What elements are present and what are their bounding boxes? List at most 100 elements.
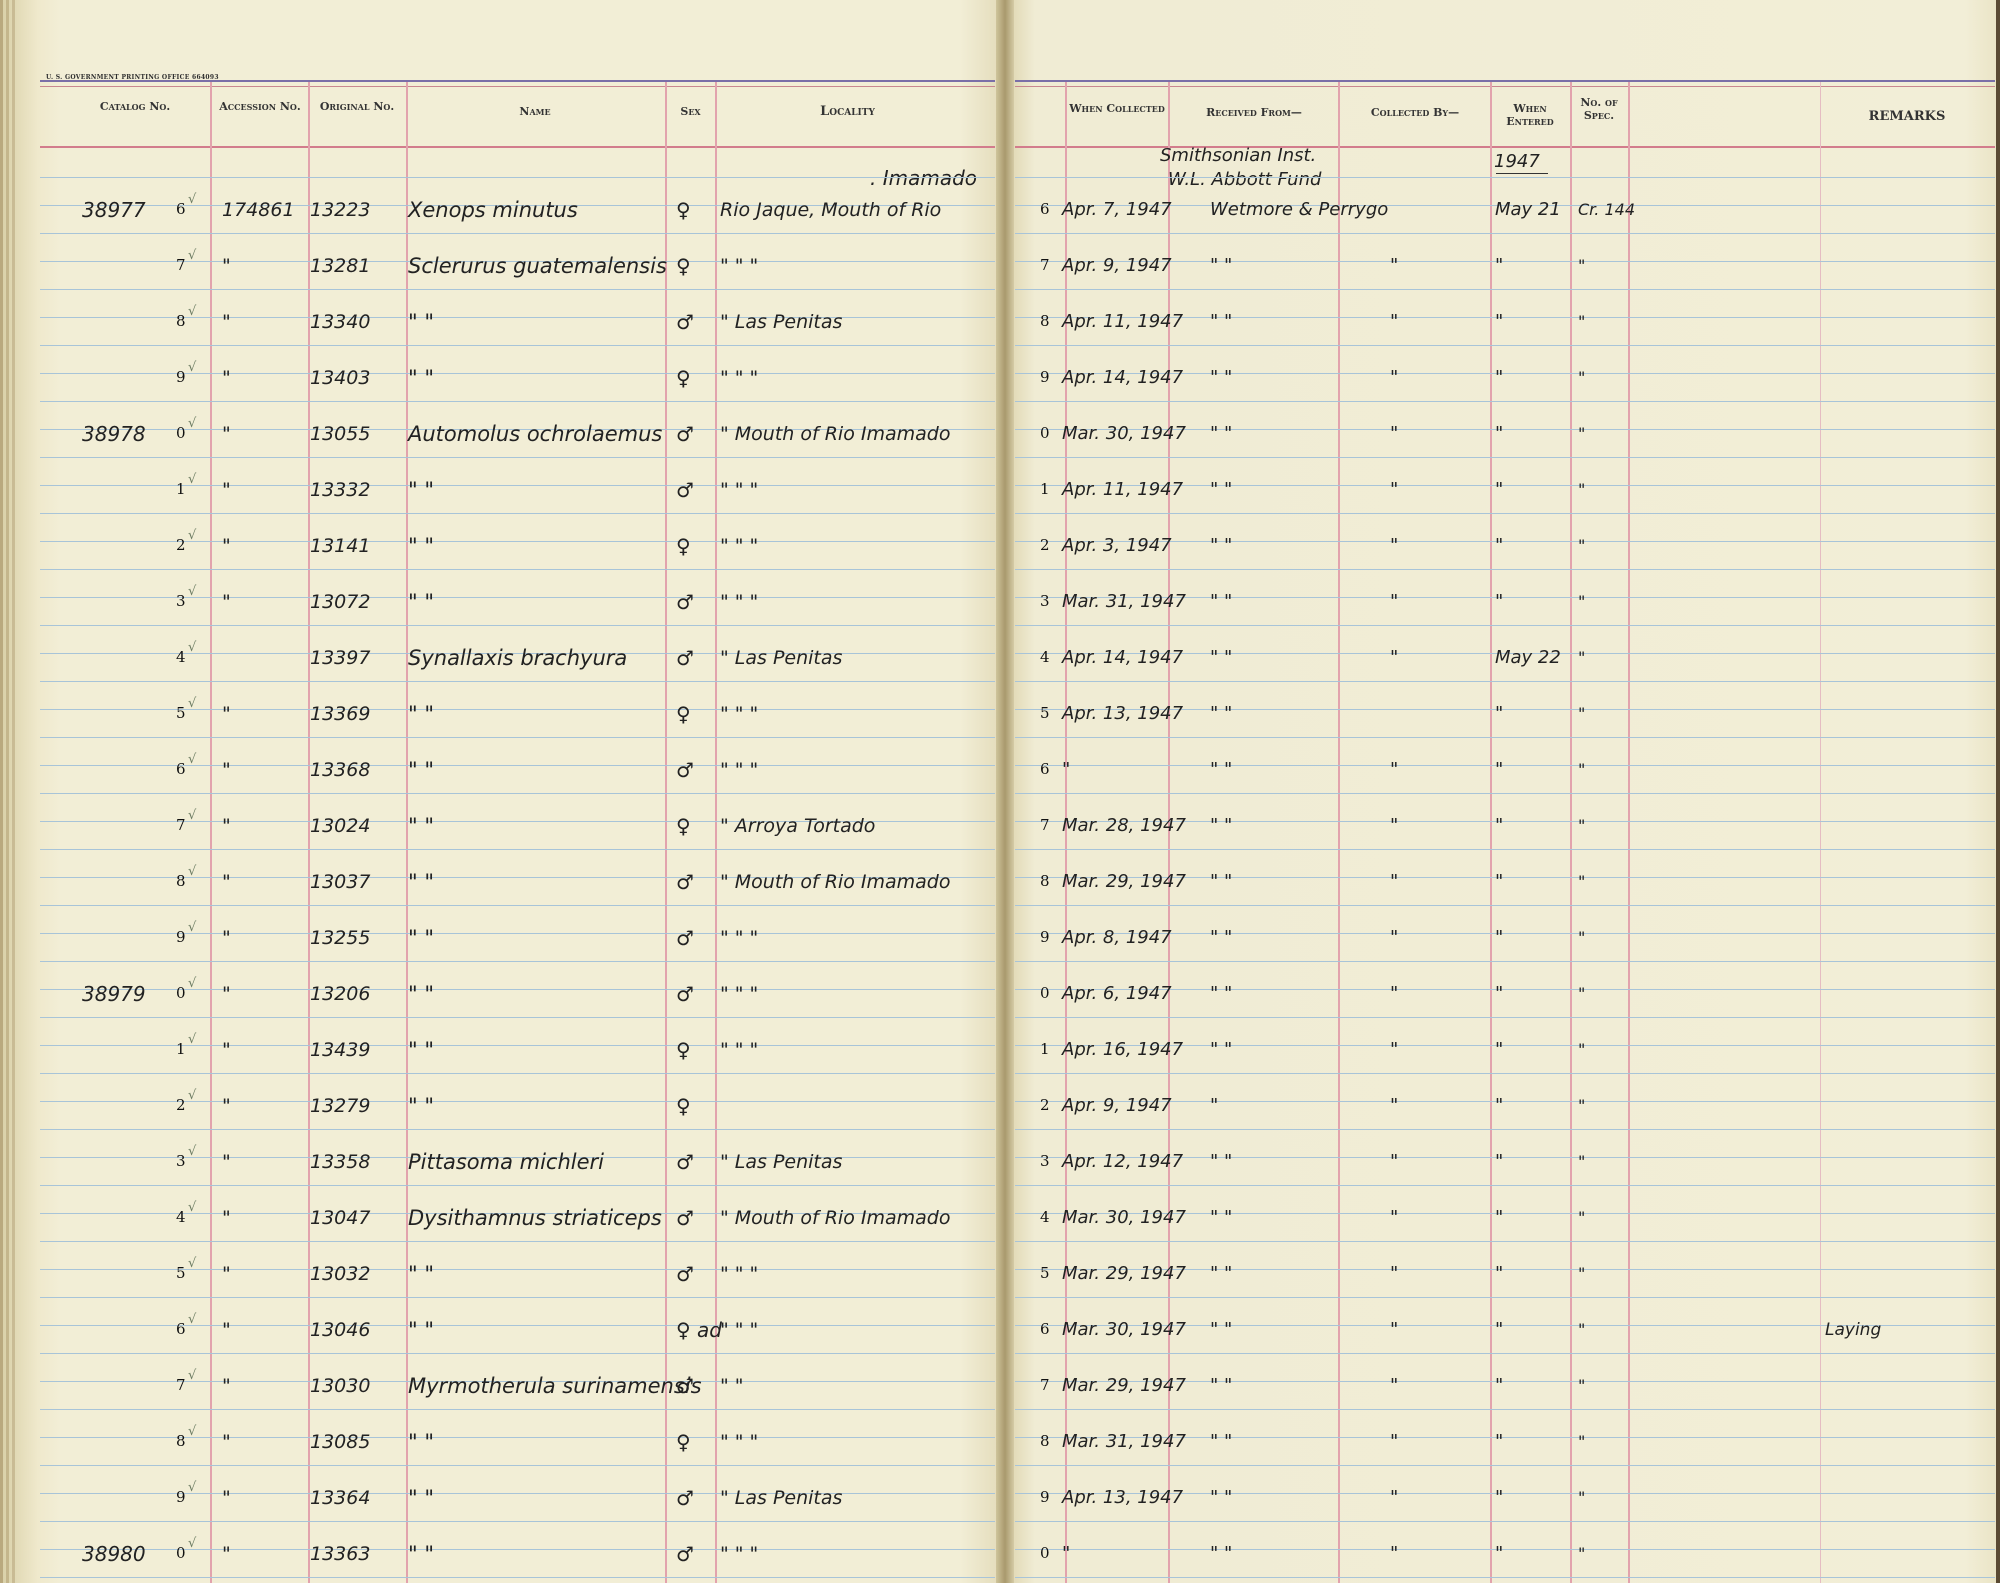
cell-date: Mar. 30, 1947 <box>1062 1207 1186 1228</box>
column-divider <box>665 82 667 1583</box>
cell-original: 13332 <box>310 479 371 501</box>
cell-date-digit: 9 <box>1040 368 1050 386</box>
ruled-line <box>40 345 995 346</box>
cell-digit: 6 <box>176 760 186 778</box>
cell-sex: ♂ <box>676 590 694 614</box>
cell-entered: May 21 <box>1495 199 1561 220</box>
cell-received: " <box>1210 1095 1219 1116</box>
cell-accession: " <box>222 479 231 501</box>
ruled-line <box>1015 737 1995 738</box>
cell-accession: " <box>222 591 231 613</box>
cell-received: Wetmore & Perrygo <box>1210 199 1389 220</box>
cell-collected: " <box>1390 1487 1399 1508</box>
cell-sex: ♂ <box>676 1262 694 1286</box>
cell-sex: ♀ <box>676 534 691 558</box>
cell-date-digit: 9 <box>1040 928 1050 946</box>
cell-collected: " <box>1390 1543 1399 1564</box>
cell-date: Apr. 9, 1947 <box>1062 1095 1172 1116</box>
cell-collected: " <box>1390 1263 1399 1284</box>
cell-original: 13403 <box>310 367 371 389</box>
ruled-line <box>1015 345 1995 346</box>
cell-collected: " <box>1390 591 1399 612</box>
cell-digit: 5 <box>176 704 186 722</box>
cell-collected: " <box>1390 983 1399 1004</box>
cell-name: Dysithamnus striaticeps <box>408 1206 662 1230</box>
cell-accession: " <box>222 983 231 1005</box>
year-underline <box>1496 173 1548 174</box>
cell-sex: ♀ <box>676 1430 691 1454</box>
cell-accession: " <box>222 1319 231 1341</box>
header-rule-bottom <box>40 146 995 148</box>
cell-accession: " <box>222 815 231 837</box>
cell-digit: 9 <box>176 1488 186 1506</box>
cell-date-digit: 4 <box>1040 648 1050 666</box>
cell-original: 13024 <box>310 815 371 837</box>
ruled-line <box>1015 233 1995 234</box>
check-mark-icon: √ <box>188 1368 197 1383</box>
cell-locality: " " " <box>720 759 759 781</box>
cell-sex: ♂ <box>676 310 694 334</box>
cell-sex: ♀ <box>676 1094 691 1118</box>
cell-spec: " <box>1578 1376 1586 1395</box>
cell-received: " " <box>1210 591 1233 612</box>
cell-original: 13030 <box>310 1375 371 1397</box>
check-mark-icon: √ <box>188 920 197 935</box>
cell-digit: 8 <box>176 1432 186 1450</box>
cell-locality: " " " <box>720 367 759 389</box>
ruled-line <box>40 513 995 514</box>
cell-original: 13085 <box>310 1431 371 1453</box>
cell-locality: " " " <box>720 255 759 277</box>
ruled-line <box>1015 1577 1995 1578</box>
cell-catalog: 38980 <box>82 1542 146 1566</box>
cell-accession: " <box>222 1039 231 1061</box>
cell-date-digit: 5 <box>1040 1264 1050 1282</box>
cell-sex: ♂ <box>676 478 694 502</box>
cell-date: Apr. 8, 1947 <box>1062 927 1172 948</box>
cell-locality: " " " <box>720 703 759 725</box>
cell-original: 13047 <box>310 1207 371 1229</box>
cell-date: Apr. 12, 1947 <box>1062 1151 1184 1172</box>
cell-original: 13281 <box>310 255 371 277</box>
cell-digit: 8 <box>176 872 186 890</box>
cell-entered: " <box>1495 1543 1504 1564</box>
check-mark-icon: √ <box>188 584 197 599</box>
ruled-line <box>40 961 995 962</box>
cell-spec: " <box>1578 872 1586 891</box>
cell-collected: " <box>1390 367 1399 388</box>
cell-sex: ♀ <box>676 702 691 726</box>
cell-sex: ♂ <box>676 646 694 670</box>
cell-date-digit: 6 <box>1040 1320 1050 1338</box>
cell-locality: " Mouth of Rio Imamado <box>720 871 951 893</box>
cell-date: Apr. 7, 1947 <box>1062 199 1172 220</box>
header-catalog: Catalog No. <box>99 100 171 113</box>
column-divider <box>715 82 717 1583</box>
cell-date-digit: 1 <box>1040 480 1050 498</box>
cell-catalog: 38979 <box>82 982 146 1006</box>
ruled-line <box>1015 1129 1995 1130</box>
cell-date-digit: 8 <box>1040 1432 1050 1450</box>
cell-date: Apr. 3, 1947 <box>1062 535 1172 556</box>
ruled-line <box>1015 1465 1995 1466</box>
cell-collected: " <box>1390 1095 1399 1116</box>
cell-date-digit: 7 <box>1040 1376 1050 1394</box>
cell-collected: " <box>1390 1151 1399 1172</box>
cell-name: " " <box>408 310 434 334</box>
ruled-line <box>40 905 995 906</box>
ruled-line <box>40 1353 995 1354</box>
header-rule-red <box>40 86 995 87</box>
ruled-line <box>1015 1297 1995 1298</box>
cell-date-digit: 4 <box>1040 1208 1050 1226</box>
cell-received: " " <box>1210 927 1233 948</box>
cell-sex: ♂ <box>676 758 694 782</box>
cell-entered: " <box>1495 1151 1504 1172</box>
cell-original: 13206 <box>310 983 371 1005</box>
cell-received: " " <box>1210 479 1233 500</box>
cell-accession: " <box>222 1543 231 1565</box>
received-note-1: Smithsonian Inst. <box>1160 145 1317 166</box>
cell-digit: 7 <box>176 256 186 274</box>
cell-received: " " <box>1210 759 1233 780</box>
header-locality: Locality <box>820 104 875 119</box>
cell-name: " " <box>408 702 434 726</box>
ruled-line <box>40 1185 995 1186</box>
right-page <box>1005 0 2000 1583</box>
